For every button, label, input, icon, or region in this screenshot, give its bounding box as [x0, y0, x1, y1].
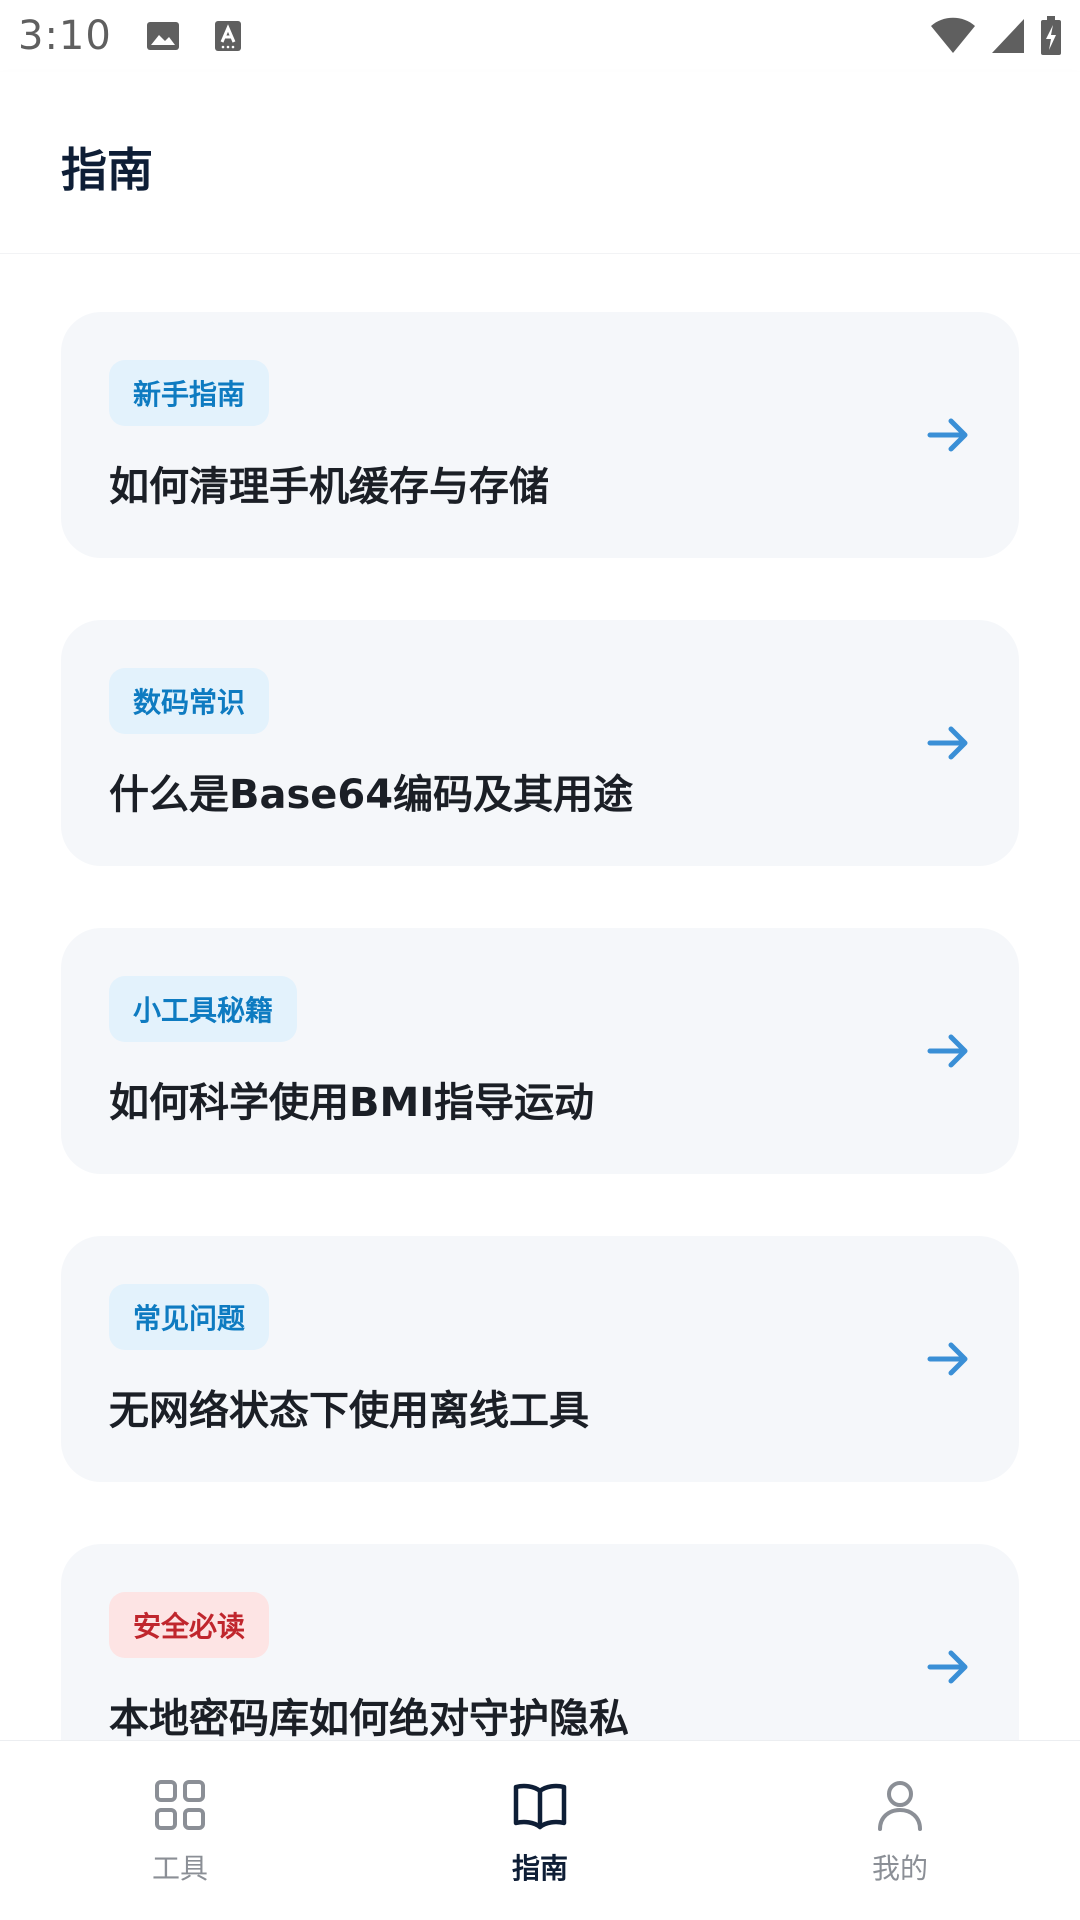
- nav-tab-guide[interactable]: 指南: [360, 1741, 720, 1920]
- guide-title: 如何清理手机缓存与存储: [109, 464, 549, 510]
- keyboard-notification-icon: [214, 21, 241, 51]
- page-title: 指南: [61, 143, 153, 197]
- nav-tab-profile[interactable]: 我的: [720, 1741, 1080, 1920]
- category-tag: 常见问题: [109, 1284, 270, 1350]
- status-bar: 3:10: [0, 0, 1080, 72]
- battery-charging-icon: [1041, 16, 1061, 55]
- person-icon: [878, 1781, 922, 1831]
- nav-label: 指南: [511, 1852, 568, 1885]
- guide-title: 如何科学使用BMI指导运动: [109, 1080, 595, 1126]
- wifi-icon: [931, 17, 975, 53]
- category-tag: 安全必读: [109, 1592, 270, 1658]
- arrow-right-icon: [927, 1650, 968, 1684]
- nav-tab-tools[interactable]: 工具: [0, 1741, 360, 1920]
- guide-card[interactable]: 常见问题 无网络状态下使用离线工具: [61, 1236, 1019, 1482]
- guide-card[interactable]: 小工具秘籍 如何科学使用BMI指导运动: [61, 928, 1019, 1174]
- cellular-signal-icon: [992, 19, 1024, 53]
- app-header: 指南: [0, 72, 1080, 254]
- image-notification-icon: [146, 22, 179, 50]
- grid-icon: [155, 1780, 205, 1830]
- guide-title: 本地密码库如何绝对守护隐私: [109, 1696, 629, 1740]
- guide-title: 无网络状态下使用离线工具: [109, 1388, 589, 1434]
- guide-card[interactable]: 新手指南 如何清理手机缓存与存储: [61, 312, 1019, 558]
- guide-list[interactable]: 新手指南 如何清理手机缓存与存储 数码常识 什么是Base64编码及其用途 小工…: [0, 254, 1080, 1740]
- bottom-nav: 工具 指南 我的: [0, 1740, 1080, 1920]
- arrow-right-icon: [927, 1342, 968, 1376]
- status-time: 3:10: [18, 13, 112, 59]
- arrow-right-icon: [927, 1034, 968, 1068]
- category-tag: 数码常识: [109, 668, 270, 734]
- guide-title: 什么是Base64编码及其用途: [109, 772, 634, 818]
- screen: 3:10 指南 新手指南 如何清理手机缓存与存储 数码常识 什么是Base64编…: [0, 0, 1080, 1920]
- arrow-right-icon: [927, 418, 968, 452]
- nav-label: 我的: [871, 1852, 928, 1885]
- category-tag: 小工具秘籍: [109, 976, 298, 1042]
- category-tag: 新手指南: [109, 360, 270, 426]
- arrow-right-icon: [927, 726, 968, 760]
- book-icon: [513, 1783, 567, 1830]
- guide-card[interactable]: 数码常识 什么是Base64编码及其用途: [61, 620, 1019, 866]
- nav-label: 工具: [151, 1852, 208, 1885]
- guide-card[interactable]: 安全必读 本地密码库如何绝对守护隐私: [61, 1544, 1019, 1740]
